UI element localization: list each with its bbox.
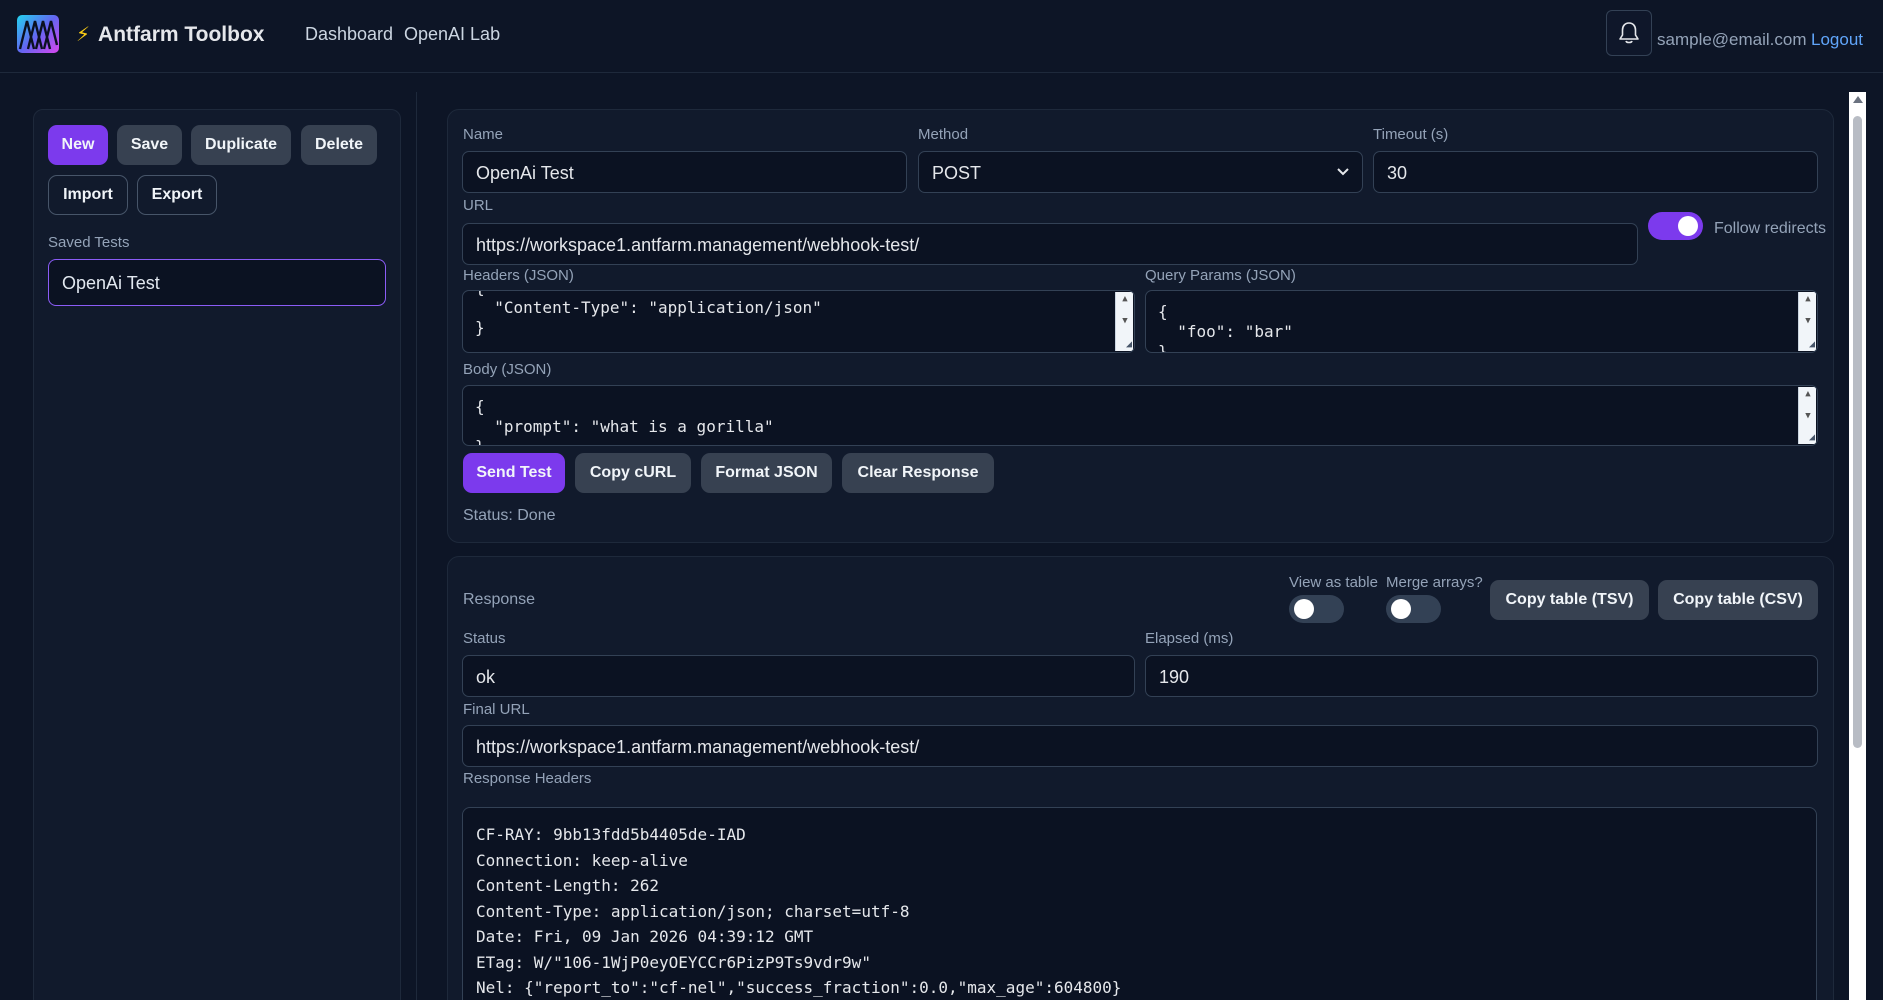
headers-textarea[interactable]: { "Content-Type": "application/json" } ▲… xyxy=(462,290,1135,353)
scrollbar-thumb[interactable] xyxy=(1853,116,1862,748)
view-as-table-label: View as table xyxy=(1289,574,1378,591)
resize-grip-icon[interactable]: ◢ xyxy=(1809,340,1815,350)
response-headers-output[interactable]: CF-RAY: 9bb13fdd5b4405de-IAD Connection:… xyxy=(462,807,1817,1000)
headers-label: Headers (JSON) xyxy=(463,267,574,284)
brand-name: Antfarm Toolbox xyxy=(98,22,265,46)
saved-test-item[interactable]: OpenAi Test xyxy=(48,259,386,306)
status-output[interactable]: ok xyxy=(462,655,1135,697)
timeout-label: Timeout (s) xyxy=(1373,126,1449,143)
app-logo-icon[interactable] xyxy=(17,15,59,53)
notifications-button[interactable] xyxy=(1606,10,1652,56)
request-status: Status: Done xyxy=(463,507,556,524)
scroll-down-icon[interactable]: ▼ xyxy=(1799,411,1817,421)
chevron-down-icon xyxy=(1337,168,1349,176)
resize-grip-icon[interactable]: ◢ xyxy=(1809,433,1815,443)
send-test-button[interactable]: Send Test xyxy=(463,453,565,493)
page-scrollbar[interactable] xyxy=(1849,92,1866,1000)
name-input[interactable]: OpenAi Test xyxy=(462,151,907,193)
body-textarea[interactable]: { "prompt": "what is a gorilla" } ▲ ▼ ◢ xyxy=(462,385,1818,446)
copy-curl-button[interactable]: Copy cURL xyxy=(575,453,691,493)
body-label: Body (JSON) xyxy=(463,361,552,378)
export-button[interactable]: Export xyxy=(137,175,217,215)
save-button[interactable]: Save xyxy=(117,125,182,165)
copy-csv-button[interactable]: Copy table (CSV) xyxy=(1658,580,1818,620)
logout-link[interactable]: Logout xyxy=(1811,30,1863,50)
elapsed-output[interactable]: 190 xyxy=(1145,655,1818,697)
view-as-table-toggle[interactable] xyxy=(1289,595,1344,623)
sidebar-divider xyxy=(416,92,417,1000)
url-input[interactable]: https://workspace1.antfarm.management/we… xyxy=(462,223,1638,265)
resize-grip-icon[interactable]: ◢ xyxy=(1126,340,1132,350)
nav-dashboard[interactable]: Dashboard xyxy=(305,24,393,45)
delete-button[interactable]: Delete xyxy=(301,125,377,165)
method-select[interactable]: POST xyxy=(918,151,1363,193)
body-text: { "prompt": "what is a gorilla" } xyxy=(475,397,774,445)
headers-text: { "Content-Type": "application/json" } xyxy=(475,291,822,337)
timeout-input[interactable]: 30 xyxy=(1373,151,1818,193)
name-label: Name xyxy=(463,126,504,143)
query-params-label: Query Params (JSON) xyxy=(1145,267,1296,284)
brand-title[interactable]: ⚡ Antfarm Toolbox xyxy=(76,22,264,47)
duplicate-button[interactable]: Duplicate xyxy=(191,125,291,165)
response-headers-text: CF-RAY: 9bb13fdd5b4405de-IAD Connection:… xyxy=(476,825,1122,997)
toggle-knob xyxy=(1391,599,1411,619)
scroll-up-icon[interactable]: ▲ xyxy=(1799,389,1817,399)
query-params-textarea[interactable]: { "foo": "bar" } ▲ ▼ ◢ xyxy=(1145,290,1818,353)
scroll-up-icon[interactable]: ▲ xyxy=(1799,294,1817,304)
user-email: sample@email.com xyxy=(1657,30,1807,49)
status-label: Status xyxy=(463,630,506,647)
scroll-down-icon[interactable]: ▼ xyxy=(1799,316,1817,326)
clear-response-button[interactable]: Clear Response xyxy=(842,453,994,493)
new-button[interactable]: New xyxy=(48,125,108,165)
scroll-up-icon[interactable] xyxy=(1853,96,1863,103)
merge-arrays-toggle[interactable] xyxy=(1386,595,1441,623)
follow-redirects-label: Follow redirects xyxy=(1714,220,1827,237)
method-value: POST xyxy=(932,163,982,183)
import-button[interactable]: Import xyxy=(48,175,128,215)
scroll-down-icon[interactable]: ▼ xyxy=(1116,316,1134,326)
merge-arrays-label: Merge arrays? xyxy=(1386,574,1483,591)
toggle-knob xyxy=(1678,216,1698,236)
final-url-label: Final URL xyxy=(463,701,530,718)
method-label: Method xyxy=(918,126,969,143)
elapsed-label: Elapsed (ms) xyxy=(1145,630,1234,647)
response-headers-label: Response Headers xyxy=(463,770,592,787)
copy-tsv-button[interactable]: Copy table (TSV) xyxy=(1490,580,1649,620)
bolt-icon: ⚡ xyxy=(76,24,91,46)
format-json-button[interactable]: Format JSON xyxy=(701,453,832,493)
query-params-text: { "foo": "bar" } xyxy=(1158,302,1293,353)
final-url-output[interactable]: https://workspace1.antfarm.management/we… xyxy=(462,725,1818,767)
saved-tests-label: Saved Tests xyxy=(48,234,130,251)
bell-icon xyxy=(1619,22,1639,44)
top-bar: ⚡ Antfarm Toolbox Dashboard OpenAI Lab s… xyxy=(0,0,1883,73)
url-label: URL xyxy=(463,197,494,214)
response-title: Response xyxy=(463,591,536,608)
nav-openai-lab[interactable]: OpenAI Lab xyxy=(404,24,500,45)
scroll-up-icon[interactable]: ▲ xyxy=(1116,294,1134,304)
tests-sidebar: New Save Duplicate Delete Import Export … xyxy=(33,109,401,1000)
follow-redirects-toggle[interactable] xyxy=(1648,212,1703,240)
toggle-knob xyxy=(1294,599,1314,619)
